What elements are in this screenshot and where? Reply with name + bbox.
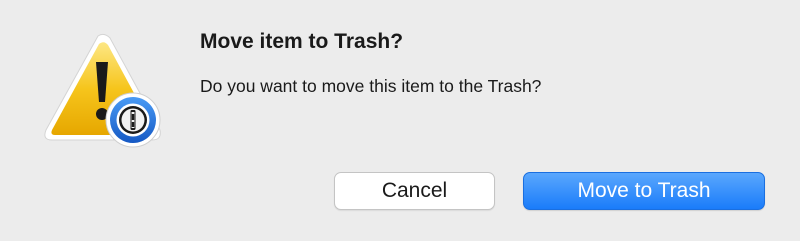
cancel-button[interactable]: Cancel bbox=[334, 172, 495, 210]
1password-badge-icon bbox=[105, 92, 161, 148]
warning-icon bbox=[44, 33, 161, 148]
dialog-message: Do you want to move this item to the Tra… bbox=[200, 76, 542, 96]
alert-dialog: Move item to Trash? Do you want to move … bbox=[0, 0, 800, 241]
dialog-title: Move item to Trash? bbox=[200, 30, 404, 53]
move-to-trash-button[interactable]: Move to Trash bbox=[523, 172, 765, 210]
